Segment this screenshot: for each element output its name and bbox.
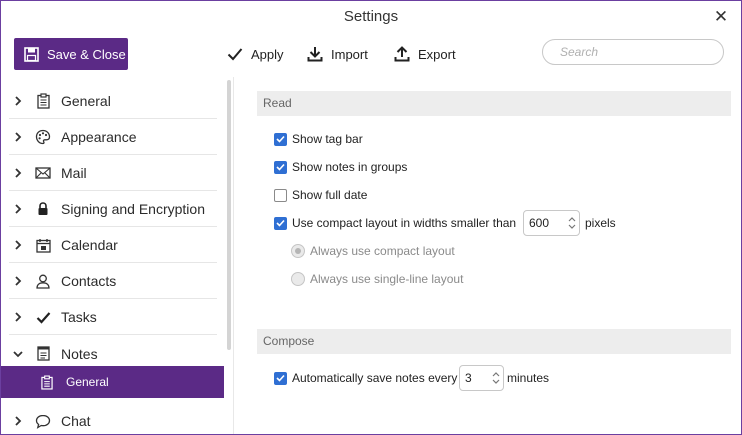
section-header-compose: Compose xyxy=(257,329,731,354)
show-full-date-checkbox[interactable]: Show full date xyxy=(274,188,367,202)
checkbox-checked-icon[interactable] xyxy=(274,371,287,385)
clipboard-icon xyxy=(41,374,57,390)
chevron-right-icon[interactable] xyxy=(11,168,25,178)
import-label: Import xyxy=(331,46,368,62)
sidebar-item-appearance[interactable]: Appearance xyxy=(9,120,217,155)
sidebar-subitem-label: General xyxy=(66,375,109,389)
sidebar-item-label: Mail xyxy=(61,165,87,181)
sidebar-item-label: Chat xyxy=(61,413,91,429)
stepper-arrows[interactable] xyxy=(489,366,503,390)
compact-layout-checkbox[interactable]: Use compact layout in widths smaller tha… xyxy=(274,216,516,230)
close-icon: ✕ xyxy=(713,7,729,26)
always-single-line-radio[interactable]: Always use single-line layout xyxy=(291,272,463,286)
checkmark-icon xyxy=(227,48,243,61)
sidebar-item-signing-encryption[interactable]: Signing and Encryption xyxy=(9,192,217,227)
radio-unselected-icon[interactable] xyxy=(291,272,305,286)
chevron-right-icon[interactable] xyxy=(11,240,25,250)
close-button[interactable]: ✕ xyxy=(711,7,731,27)
sidebar-item-tasks[interactable]: Tasks xyxy=(9,300,217,335)
envelope-icon xyxy=(35,167,51,179)
checkbox-checked-icon[interactable] xyxy=(274,132,287,146)
search-input[interactable] xyxy=(560,45,717,59)
sidebar-item-label: Calendar xyxy=(61,237,118,253)
title-bar: Settings ✕ xyxy=(1,1,741,35)
sidebar-item-calendar[interactable]: Calendar xyxy=(9,228,217,263)
autosave-checkbox[interactable]: Automatically save notes every xyxy=(274,371,457,385)
checkbox-checked-icon[interactable] xyxy=(274,216,287,230)
checkmark-icon xyxy=(35,311,51,324)
import-icon xyxy=(307,47,323,62)
stepper-arrows[interactable] xyxy=(565,211,579,235)
chevron-right-icon[interactable] xyxy=(11,96,25,106)
sidebar-item-label: Signing and Encryption xyxy=(61,201,205,217)
autosave-unit: minutes xyxy=(507,371,550,385)
apply-label: Apply xyxy=(251,46,284,62)
stepper-value[interactable]: 600 xyxy=(524,216,565,230)
show-notes-in-groups-checkbox[interactable]: Show notes in groups xyxy=(274,160,407,174)
sidebar-item-chat[interactable]: Chat xyxy=(9,404,217,434)
save-close-button[interactable]: Save & Close xyxy=(14,38,128,70)
sidebar-item-contacts[interactable]: Contacts xyxy=(9,264,217,299)
compact-width-unit: pixels xyxy=(585,216,616,230)
chevron-right-icon[interactable] xyxy=(11,132,25,142)
checkbox-label: Automatically save notes every xyxy=(292,371,458,385)
checkbox-label: Use compact layout in widths smaller tha… xyxy=(292,216,517,230)
calendar-icon xyxy=(35,238,51,253)
scrollbar-thumb[interactable] xyxy=(227,80,231,350)
save-icon xyxy=(24,46,39,62)
settings-window: Settings ✕ Save & Close Apply Import Exp… xyxy=(0,0,742,435)
checkbox-label: Show full date xyxy=(292,188,368,202)
sidebar-item-general[interactable]: General xyxy=(9,84,217,119)
show-tag-bar-checkbox[interactable]: Show tag bar xyxy=(274,132,363,146)
chevron-up-icon[interactable] xyxy=(492,372,500,377)
chevron-right-icon[interactable] xyxy=(11,276,25,286)
chevron-down-icon[interactable] xyxy=(11,350,25,358)
settings-sidebar: General Appearance Mail Signing and Encr… xyxy=(1,80,233,434)
sidebar-item-label: Notes xyxy=(61,345,98,362)
autosave-minutes-stepper[interactable]: 3 xyxy=(459,365,504,391)
import-button[interactable]: Import xyxy=(307,43,368,65)
checkbox-label: Show notes in groups xyxy=(292,160,408,174)
search-box[interactable] xyxy=(542,39,724,65)
checkbox-unchecked-icon[interactable] xyxy=(274,188,287,202)
sidebar-item-label: Tasks xyxy=(61,309,97,325)
sidebar-item-label: Appearance xyxy=(61,129,137,145)
export-label: Export xyxy=(418,46,456,62)
export-button[interactable]: Export xyxy=(394,43,456,65)
chevron-right-icon[interactable] xyxy=(11,312,25,322)
sidebar-subitem-notes-general[interactable]: General xyxy=(1,366,224,398)
toolbar: Save & Close Apply Import Export xyxy=(1,35,741,77)
compact-width-stepper[interactable]: 600 xyxy=(523,210,580,236)
checkbox-label: Show tag bar xyxy=(292,132,363,146)
radio-label: Always use single-line layout xyxy=(310,272,464,286)
save-close-label: Save & Close xyxy=(47,46,126,62)
person-icon xyxy=(35,274,51,289)
sidebar-item-mail[interactable]: Mail xyxy=(9,156,217,191)
sidebar-item-label: Contacts xyxy=(61,273,117,289)
stepper-value[interactable]: 3 xyxy=(460,371,489,385)
apply-button[interactable]: Apply xyxy=(227,43,284,65)
chevron-up-icon[interactable] xyxy=(568,217,576,222)
sidebar-item-label: General xyxy=(61,93,111,109)
notes-icon xyxy=(35,346,51,361)
export-icon xyxy=(394,46,410,62)
settings-content: Read Show tag bar Show notes in groups S… xyxy=(233,77,741,434)
chevron-down-icon[interactable] xyxy=(568,224,576,229)
chevron-right-icon[interactable] xyxy=(11,204,25,214)
chevron-down-icon[interactable] xyxy=(492,379,500,384)
clipboard-icon xyxy=(35,93,51,109)
checkbox-checked-icon[interactable] xyxy=(274,160,287,174)
section-header-read: Read xyxy=(257,91,731,116)
palette-icon xyxy=(35,129,51,145)
chat-bubble-icon xyxy=(35,414,51,429)
lock-icon xyxy=(35,202,51,216)
window-title: Settings xyxy=(343,8,399,25)
sidebar-scrollbar[interactable] xyxy=(226,80,232,434)
radio-label: Always use compact layout xyxy=(310,244,455,258)
chevron-right-icon[interactable] xyxy=(11,416,25,426)
radio-selected-icon[interactable] xyxy=(291,244,305,258)
always-compact-radio[interactable]: Always use compact layout xyxy=(291,244,455,258)
